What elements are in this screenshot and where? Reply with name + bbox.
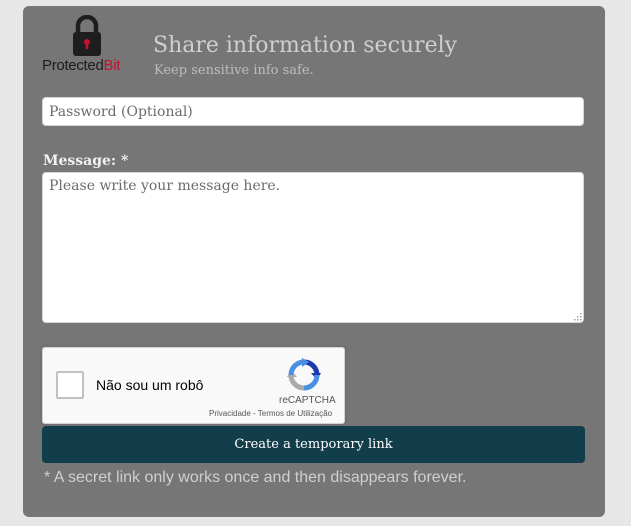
resize-handle-icon[interactable]	[572, 311, 582, 321]
page-title: Share information securely	[153, 33, 458, 58]
recaptcha-link-separator: -	[250, 409, 258, 418]
recaptcha-links: Privacidade - Termos de Utilização	[209, 409, 332, 418]
recaptcha-widget: Não sou um robô reCAPTCHA Privacidade - …	[42, 347, 345, 424]
recaptcha-icon	[287, 358, 321, 391]
recaptcha-checkbox[interactable]	[56, 371, 84, 399]
logo-wordmark: ProtectedBit	[42, 57, 142, 74]
message-label: Message: *	[43, 153, 129, 169]
logo-text-accent: Bit	[103, 57, 121, 74]
recaptcha-terms-link[interactable]: Termos de Utilização	[258, 409, 332, 418]
recaptcha-brand: reCAPTCHA	[279, 395, 336, 406]
share-panel: ProtectedBit Share information securely …	[23, 6, 605, 517]
lock-icon	[73, 15, 101, 56]
page-subtitle: Keep sensitive info safe.	[154, 63, 314, 78]
footer-note: * A secret link only works once and then…	[44, 469, 467, 486]
recaptcha-label: Não sou um robô	[96, 377, 204, 393]
password-input[interactable]	[42, 97, 584, 126]
protectedbit-logo[interactable]: ProtectedBit	[42, 15, 136, 77]
create-link-button[interactable]: Create a temporary link	[42, 426, 585, 463]
logo-text-main: Protected	[42, 57, 104, 74]
recaptcha-privacy-link[interactable]: Privacidade	[209, 409, 251, 418]
message-textarea[interactable]	[42, 172, 584, 323]
